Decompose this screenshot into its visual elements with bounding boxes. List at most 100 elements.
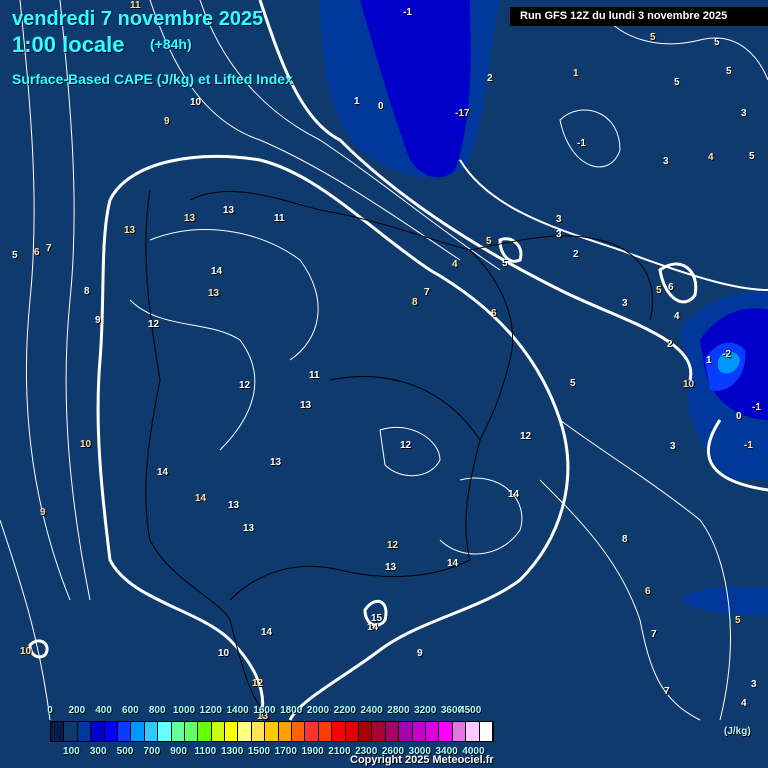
lifted-index-label: 13	[208, 288, 220, 299]
lifted-index-label: 12	[400, 440, 412, 451]
legend-swatch	[425, 722, 440, 741]
lifted-index-label: 7	[46, 243, 52, 254]
lifted-index-label: 8	[412, 297, 418, 308]
legend-tick-top: 4500	[459, 705, 482, 716]
lifted-index-label: -1	[403, 7, 412, 18]
legend-tick-top: 800	[148, 705, 166, 716]
lifted-index-label: 6	[668, 282, 674, 293]
legend-tick-bottom: 1300	[221, 746, 244, 757]
lifted-index-label: 1	[706, 355, 712, 366]
legend-tick-top: 2000	[306, 705, 330, 716]
legend-swatch	[91, 722, 105, 741]
lifted-index-label: 5	[714, 37, 720, 48]
lifted-index-label: 5	[650, 32, 656, 43]
lifted-index-label: -1	[577, 138, 586, 149]
legend-tick-bottom: 700	[143, 746, 161, 757]
lifted-index-label: 2	[573, 249, 579, 260]
lifted-index-label: -2	[722, 349, 731, 360]
legend-swatch	[225, 722, 239, 741]
lifted-index-label: 8	[622, 534, 628, 545]
legend-tick-top: 2400	[360, 705, 383, 716]
lifted-index-label: 5	[656, 285, 662, 296]
lifted-index-label: 12	[387, 540, 399, 551]
legend-swatch	[117, 722, 132, 741]
legend-tick-top: 600	[122, 705, 139, 716]
legend-tick-top: 3200	[414, 705, 437, 716]
lifted-index-label: 11	[274, 213, 285, 224]
lifted-index-label: 10	[683, 379, 695, 390]
lifted-index-label: 13	[184, 213, 196, 224]
legend-swatch	[251, 722, 266, 741]
model-run-info: Run GFS 12Z du lundi 3 novembre 2025	[510, 7, 768, 26]
legend-tick-bottom: 100	[63, 746, 80, 757]
legend-swatch	[345, 722, 359, 741]
lifted-index-label: 12	[239, 380, 251, 391]
legend-swatch	[332, 722, 346, 741]
lifted-index-label: 3	[751, 679, 757, 690]
forecast-lead-time: (+84h)	[150, 36, 192, 52]
legend-swatch	[318, 722, 333, 741]
lifted-index-label: 13	[385, 562, 397, 573]
lifted-index-label: 14	[157, 467, 169, 478]
lifted-index-label: 5	[674, 77, 680, 88]
lifted-index-label: 10	[20, 646, 32, 657]
legend-swatch	[198, 722, 212, 741]
lifted-index-label: 5	[486, 236, 492, 247]
lifted-index-label: 14	[211, 266, 223, 277]
lifted-index-label: 14	[261, 627, 273, 638]
lifted-index-label: 5	[570, 378, 576, 389]
legend-swatch	[305, 722, 319, 741]
lifted-index-label: 2	[487, 73, 493, 84]
legend-tick-bottom: 2100	[328, 746, 351, 757]
lifted-index-label: 14	[447, 558, 459, 569]
legend-swatch	[184, 722, 199, 741]
legend-swatch	[265, 722, 279, 741]
lifted-index-label: -1	[744, 440, 753, 451]
lifted-index-label: 9	[95, 315, 101, 326]
lifted-index-label: 9	[40, 507, 46, 518]
lifted-index-label: 5	[12, 250, 18, 261]
legend-tick-top: 200	[68, 705, 86, 716]
legend-tick-top: 1200	[199, 705, 222, 716]
lifted-index-label: 5	[726, 66, 732, 77]
forecast-time: 1:00 locale	[12, 32, 125, 57]
lifted-index-label: 6	[34, 247, 40, 258]
legend-tick-top: 1400	[226, 705, 249, 716]
legend-tick-top: 1600	[253, 705, 276, 716]
lifted-index-label: 10	[80, 439, 92, 450]
lifted-index-label: 13	[270, 457, 282, 468]
lifted-index-label: 7	[664, 686, 670, 697]
lifted-index-label: 12	[252, 678, 264, 689]
legend-swatch	[412, 722, 426, 741]
legend-swatch	[238, 722, 252, 741]
legend-swatch	[358, 722, 373, 741]
lifted-index-label: 7	[651, 629, 657, 640]
legend-tick-top: 0	[47, 705, 53, 716]
lifted-index-label: 5	[749, 151, 755, 162]
legend-tick-top: 1800	[280, 705, 303, 716]
lifted-index-label: -17	[455, 108, 470, 119]
lifted-index-label: 12	[520, 431, 532, 442]
legend-swatch	[64, 722, 78, 741]
lifted-index-label: 1	[354, 96, 360, 107]
lifted-index-label: 3	[663, 156, 669, 167]
lifted-index-label: 4	[452, 259, 458, 270]
lifted-index-label: 5	[735, 615, 741, 626]
lifted-index-label: 10	[218, 648, 230, 659]
legend-swatch	[385, 722, 400, 741]
lifted-index-label: 3	[556, 229, 562, 240]
lifted-index-label: 8	[84, 286, 90, 297]
lifted-index-label: 5	[502, 258, 508, 269]
lifted-index-label: 14	[195, 493, 207, 504]
lifted-index-label: 1	[573, 68, 579, 79]
lifted-index-label: 2	[667, 339, 673, 350]
legend-tick-top: 2800	[387, 705, 410, 716]
legend-tick-bottom: 1500	[247, 746, 271, 757]
legend-tick-bottom: 900	[170, 746, 187, 757]
legend-swatch	[399, 722, 413, 741]
legend-tick-top: 2200	[333, 705, 356, 716]
legend-swatch	[211, 722, 226, 741]
lifted-index-label: 4	[741, 698, 747, 709]
lifted-index-label: 13	[300, 400, 312, 411]
lifted-index-label: 13	[228, 500, 240, 511]
